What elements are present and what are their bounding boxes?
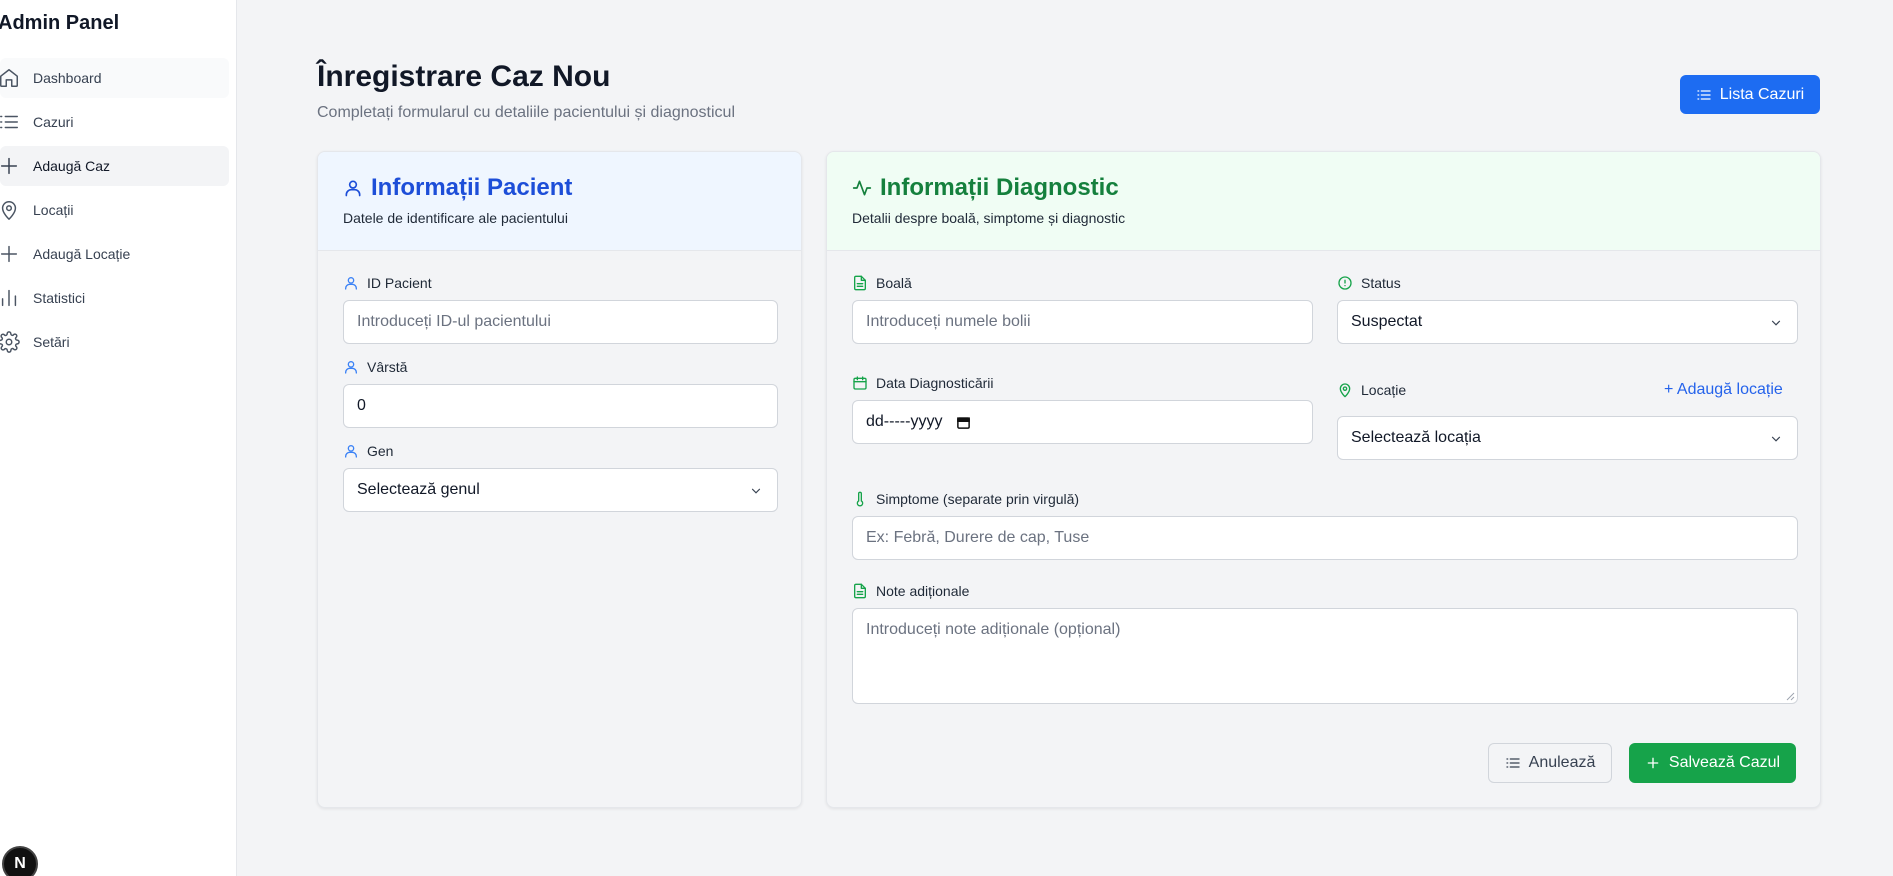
user-icon [345, 361, 357, 374]
disease-label-text: Boală [876, 275, 912, 291]
cases-list-button-label: Lista Cazuri [1719, 85, 1805, 103]
list-icon [1505, 758, 1520, 768]
save-case-button[interactable]: Salvează Cazul [1629, 743, 1796, 783]
alert-circle-icon [1338, 276, 1352, 290]
sidebar-item-label: Locații [33, 202, 74, 218]
patient-card-header: Informații Pacient Datele de identificar… [318, 152, 801, 251]
location-label-text: Locație [1361, 382, 1407, 398]
notes-placeholder: Introduceți note adiționale (opțional) [866, 621, 1121, 638]
patient-id-input[interactable]: Introduceți ID-ul pacientului [343, 300, 778, 344]
cancel-button[interactable]: Anulează [1488, 743, 1612, 783]
gender-selected-value: Selectează genul [357, 481, 480, 498]
chevron-down-icon [1771, 320, 1781, 326]
location-selected-value: Selectează locația [1351, 429, 1481, 446]
resize-handle-icon[interactable] [1785, 691, 1795, 701]
cases-list-button[interactable]: Lista Cazuri [1680, 75, 1820, 114]
diagnostic-card-header: Informații Diagnostic Detalii despre boa… [827, 152, 1820, 251]
sidebar-item-label: Cazuri [33, 114, 74, 130]
diagnostic-card-description: Detalii despre boală, simptome și diagno… [852, 210, 1126, 226]
age-label: Vârstă [343, 359, 407, 375]
page-title: Înregistrare Caz Nou [317, 60, 611, 93]
file-text-icon [854, 275, 866, 291]
symptoms-input[interactable]: Ex: Febră, Durere de cap, Tuse [852, 516, 1798, 560]
notes-textarea[interactable]: Introduceți note adiționale (opțional) [852, 608, 1798, 704]
diagnostic-card-title: Informații Diagnostic [852, 174, 1795, 202]
file-text-icon [854, 583, 866, 599]
sidebar-item-label: Statistici [33, 290, 86, 306]
sidebar-item-statistici[interactable]: Statistici [0, 278, 229, 318]
sidebar-item-dashboard[interactable]: Dashboard [0, 58, 229, 98]
sidebar-item-label: Dashboard [33, 70, 102, 86]
notes-label: Note adiționale [852, 583, 969, 599]
diagnosis-date-input[interactable]: dd-----yyyy [852, 400, 1313, 444]
status-selected-value: Suspectat [1351, 313, 1423, 330]
diagnosis-date-value: dd-----yyyy [866, 413, 943, 430]
plus-icon [1647, 757, 1659, 769]
home-icon [0, 58, 33, 98]
calendar-icon[interactable] [956, 415, 971, 430]
symptoms-label-text: Simptome (separate prin virgulă) [876, 491, 1080, 507]
map-pin-icon [1339, 383, 1351, 398]
diagnosis-date-label-text: Data Diagnosticării [876, 375, 994, 391]
plus-icon [0, 146, 33, 186]
list-icon [1697, 89, 1711, 100]
map-pin-icon [0, 190, 33, 230]
patient-id-label: ID Pacient [343, 275, 432, 291]
save-case-button-label: Salvează Cazul [1668, 754, 1781, 771]
plus-icon [0, 234, 33, 274]
patient-id-placeholder: Introduceți ID-ul pacientului [357, 313, 551, 330]
location-label: Locație [1337, 382, 1406, 398]
diagnosis-date-label: Data Diagnosticării [852, 375, 994, 391]
brand-title: Admin Panel [0, 12, 120, 34]
page-subtitle: Completați formularul cu detaliile pacie… [317, 104, 735, 121]
dev-tools-badge[interactable]: N [2, 846, 38, 876]
location-select[interactable]: Selectează locația [1337, 416, 1798, 460]
notes-label-text: Note adiționale [876, 583, 970, 599]
gender-label: Gen [343, 443, 393, 459]
patient-id-label-text: ID Pacient [367, 275, 432, 291]
status-select[interactable]: Suspectat [1337, 300, 1798, 344]
disease-input[interactable]: Introduceți numele bolii [852, 300, 1313, 344]
patient-card-title-text: Informații Pacient [371, 174, 573, 201]
gender-label-text: Gen [367, 443, 394, 459]
symptoms-label: Simptome (separate prin virgulă) [852, 491, 1079, 507]
sidebar-item-label: Adaugă Locație [33, 246, 131, 262]
symptoms-placeholder: Ex: Febră, Durere de cap, Tuse [866, 529, 1090, 546]
user-icon [345, 445, 357, 458]
disease-placeholder: Introduceți numele bolii [866, 313, 1031, 330]
gear-icon [0, 322, 33, 362]
thermometer-icon [856, 491, 864, 507]
calendar-icon [853, 376, 867, 390]
age-label-text: Vârstă [367, 359, 408, 375]
diagnostic-info-card: Informații Diagnostic Detalii despre boa… [826, 151, 1821, 808]
patient-info-card: Informații Pacient Datele de identificar… [317, 151, 802, 808]
cancel-button-label: Anulează [1528, 754, 1596, 771]
age-value: 0 [357, 397, 366, 414]
sidebar-nav: Dashboard Cazuri Adaugă Caz Locații Adau… [0, 58, 229, 366]
sidebar-item-label: Adaugă Caz [33, 158, 111, 174]
sidebar-item-adauga-caz[interactable]: Adaugă Caz [0, 146, 229, 186]
user-icon [345, 277, 357, 290]
patient-card-title: Informații Pacient [343, 174, 776, 202]
sidebar: Admin Panel Dashboard Cazuri Adaugă Caz … [0, 0, 237, 876]
sidebar-item-adauga-locatie[interactable]: Adaugă Locație [0, 234, 229, 274]
status-label-text: Status [1361, 275, 1401, 291]
sidebar-item-locatii[interactable]: Locații [0, 190, 229, 230]
list-icon [0, 102, 33, 142]
activity-icon [852, 180, 872, 196]
patient-card-description: Datele de identificare ale pacientului [343, 210, 568, 226]
chevron-down-icon [751, 488, 761, 494]
chevron-down-icon [1771, 436, 1781, 442]
sidebar-item-cazuri[interactable]: Cazuri [0, 102, 229, 142]
status-label: Status [1337, 275, 1401, 291]
add-location-link[interactable]: + Adaugă locație [1664, 381, 1783, 399]
bar-chart-icon [0, 278, 33, 318]
disease-label: Boală [852, 275, 912, 291]
age-input[interactable]: 0 [343, 384, 778, 428]
gender-select[interactable]: Selectează genul [343, 468, 778, 512]
sidebar-item-label: Setări [33, 334, 70, 350]
diagnostic-card-title-text: Informații Diagnostic [880, 174, 1119, 201]
sidebar-item-setari[interactable]: Setări [0, 322, 229, 362]
user-icon [345, 180, 361, 197]
